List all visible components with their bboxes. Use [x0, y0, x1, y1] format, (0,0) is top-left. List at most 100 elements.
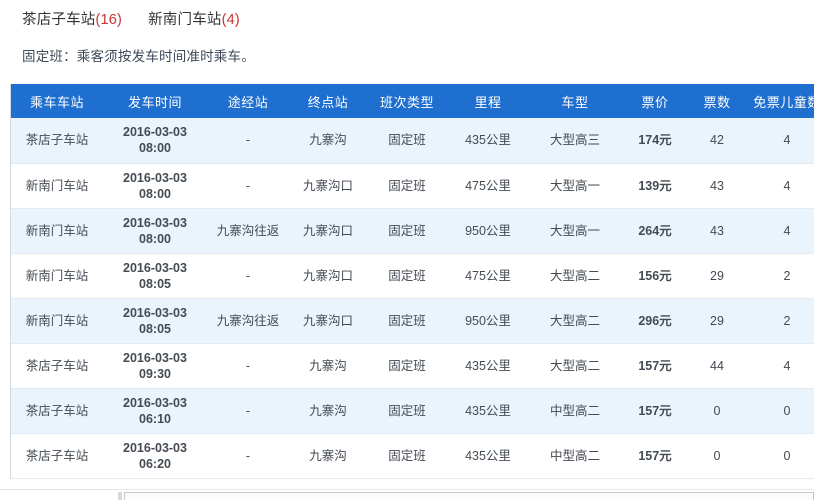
cell-departure-time: 2016-03-03 09:30 — [103, 343, 207, 389]
cell-departure-time: 2016-03-03 08:05 — [103, 253, 207, 299]
header-row: 乘车车站 发车时间 途经站 终点站 班次类型 里程 车型 票价 票数 免票儿童数 — [11, 84, 814, 118]
cell-bus-type: 大型高二 — [529, 298, 621, 344]
cell-price: 156元 — [621, 253, 689, 299]
cell-departure-time: 2016-03-03 08:00 — [103, 208, 207, 254]
cell-distance: 435公里 — [447, 118, 529, 164]
cell-destination: 九寨沟 — [289, 433, 367, 479]
station-tab-xinnanmen-count: (4) — [221, 11, 240, 28]
cell-trip-type: 固定班 — [367, 118, 447, 164]
cell-via-station: - — [207, 433, 289, 479]
schedule-page: 茶店子车站(16) 新南门车站(4) 固定班：乘客须按发车时间准时乘车。 乘车车… — [0, 0, 814, 500]
cell-price: 157元 — [621, 388, 689, 434]
column-header-distance[interactable]: 里程 — [447, 84, 529, 118]
schedule-table-head: 乘车车站 发车时间 途经站 终点站 班次类型 里程 车型 票价 票数 免票儿童数 — [11, 84, 814, 118]
departure-clock: 08:05 — [139, 276, 171, 291]
departure-clock: 08:00 — [139, 186, 171, 201]
cell-price: 174元 — [621, 118, 689, 164]
column-header-price[interactable]: 票价 — [621, 84, 689, 118]
cell-destination: 九寨沟 — [289, 343, 367, 389]
station-tab-chadianzi[interactable]: 茶店子车站(16) — [22, 8, 122, 29]
cell-free-children: 4 — [745, 163, 814, 209]
cell-distance: 435公里 — [447, 388, 529, 434]
cell-via-station: - — [207, 388, 289, 434]
departure-clock: 08:00 — [139, 231, 171, 246]
cell-via-station: - — [207, 253, 289, 299]
departure-date: 2016-03-03 — [123, 125, 187, 140]
cell-boarding-station: 茶店子车站 — [11, 433, 103, 479]
table-row[interactable]: 新南门车站 2016-03-03 08:05- 九寨沟口 固定班 475公里 大型高二 156… — [11, 253, 814, 299]
table-row[interactable]: 茶店子车站 2016-03-03 06:20- 九寨沟 固定班 435公里 中型高二 157元… — [11, 433, 814, 479]
cell-trip-type: 固定班 — [367, 433, 447, 479]
cell-seats: 43 — [689, 163, 745, 209]
departure-date: 2016-03-03 — [123, 305, 187, 320]
cell-free-children: 0 — [745, 388, 814, 434]
cell-boarding-station: 新南门车站 — [11, 298, 103, 344]
cell-distance: 950公里 — [447, 208, 529, 254]
cell-free-children: 4 — [745, 343, 814, 389]
column-header-via-station[interactable]: 途经站 — [207, 84, 289, 118]
departure-clock: 06:10 — [139, 411, 171, 426]
station-tab-xinnanmen-label: 新南门车站 — [148, 11, 222, 28]
cell-departure-time: 2016-03-03 08:05 — [103, 298, 207, 344]
cell-seats: 44 — [689, 343, 745, 389]
cell-departure-time: 2016-03-03 08:00 — [103, 118, 207, 164]
bottom-panel[interactable] — [124, 492, 814, 500]
departure-date: 2016-03-03 — [123, 170, 187, 185]
departure-date: 2016-03-03 — [123, 395, 187, 410]
cell-seats: 42 — [689, 118, 745, 164]
cell-boarding-station: 新南门车站 — [11, 208, 103, 254]
cell-seats: 0 — [689, 433, 745, 479]
notice-text: 固定班：乘客须按发车时间准时乘车。 — [22, 49, 255, 64]
cell-boarding-station: 茶店子车站 — [11, 118, 103, 164]
schedule-table-container: 乘车车站 发车时间 途经站 终点站 班次类型 里程 车型 票价 票数 免票儿童数… — [10, 84, 814, 479]
column-header-trip-type[interactable]: 班次类型 — [367, 84, 447, 118]
cell-destination: 九寨沟 — [289, 388, 367, 434]
departure-date: 2016-03-03 — [123, 215, 187, 230]
cell-free-children: 0 — [745, 433, 814, 479]
departure-date: 2016-03-03 — [123, 260, 187, 275]
cell-destination: 九寨沟 — [289, 118, 367, 164]
bottom-cropped-panel-strip — [0, 489, 814, 500]
station-tab-bar: 茶店子车站(16) 新南门车站(4) — [22, 6, 240, 30]
cell-boarding-station: 茶店子车站 — [11, 388, 103, 434]
cell-via-station: 九寨沟往返 — [207, 298, 289, 344]
station-tab-chadianzi-label: 茶店子车站 — [22, 11, 96, 28]
table-row[interactable]: 茶店子车站 2016-03-03 09:30- 九寨沟 固定班 435公里 大型高二 157元… — [11, 343, 814, 389]
cell-bus-type: 大型高三 — [529, 118, 621, 164]
cell-trip-type: 固定班 — [367, 298, 447, 344]
column-header-boarding-station[interactable]: 乘车车站 — [11, 84, 103, 118]
column-header-seats[interactable]: 票数 — [689, 84, 745, 118]
table-row[interactable]: 茶店子车站 2016-03-03 06:10- 九寨沟 固定班 435公里 中型高二 157元… — [11, 388, 814, 434]
station-tab-xinnanmen[interactable]: 新南门车站(4) — [148, 8, 240, 29]
cell-trip-type: 固定班 — [367, 163, 447, 209]
cell-seats: 43 — [689, 208, 745, 254]
cell-distance: 435公里 — [447, 433, 529, 479]
cell-bus-type: 大型高二 — [529, 343, 621, 389]
cell-boarding-station: 茶店子车站 — [11, 343, 103, 389]
bottom-panel-left-tick — [118, 492, 122, 500]
cell-distance: 475公里 — [447, 253, 529, 299]
cell-price: 264元 — [621, 208, 689, 254]
table-row[interactable]: 新南门车站 2016-03-03 08:00- 九寨沟口 固定班 475公里 大型高一 139… — [11, 163, 814, 209]
cell-via-station: - — [207, 343, 289, 389]
table-row[interactable]: 新南门车站 2016-03-03 08:05 九寨沟往返 九寨沟口 固定班 950公里 大型高… — [11, 298, 814, 344]
column-header-departure-time[interactable]: 发车时间 — [103, 84, 207, 118]
cell-bus-type: 大型高一 — [529, 163, 621, 209]
column-header-destination[interactable]: 终点站 — [289, 84, 367, 118]
departure-clock: 09:30 — [139, 366, 171, 381]
cell-trip-type: 固定班 — [367, 208, 447, 254]
table-row[interactable]: 茶店子车站 2016-03-03 08:00- 九寨沟 固定班 435公里 大型高三 174元… — [11, 118, 814, 164]
column-header-free-children[interactable]: 免票儿童数 — [745, 84, 814, 118]
cell-via-station: 九寨沟往返 — [207, 208, 289, 254]
cell-destination: 九寨沟口 — [289, 163, 367, 209]
cell-destination: 九寨沟口 — [289, 208, 367, 254]
cell-via-station: - — [207, 163, 289, 209]
table-row[interactable]: 新南门车站 2016-03-03 08:00 九寨沟往返 九寨沟口 固定班 950公里 大型高… — [11, 208, 814, 254]
cell-price: 139元 — [621, 163, 689, 209]
cell-boarding-station: 新南门车站 — [11, 253, 103, 299]
departure-date: 2016-03-03 — [123, 440, 187, 455]
station-tab-chadianzi-count: (16) — [95, 11, 123, 28]
column-header-bus-type[interactable]: 车型 — [529, 84, 621, 118]
cell-boarding-station: 新南门车站 — [11, 163, 103, 209]
cell-departure-time: 2016-03-03 08:00 — [103, 163, 207, 209]
